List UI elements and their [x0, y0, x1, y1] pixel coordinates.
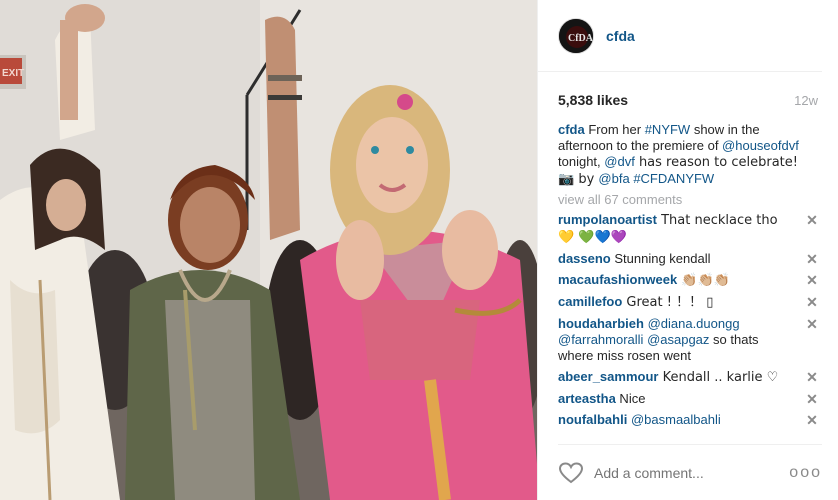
comments-list: cfda From her #NYFW show in the afternoo… [538, 122, 838, 428]
hashtag-link[interactable]: #CFDANYFW [633, 171, 714, 186]
post-photo-art: EXIT [0, 0, 537, 500]
avatar-logo-icon: CfDA [559, 18, 594, 53]
post-photo[interactable]: EXIT [0, 0, 537, 500]
comment-username-link[interactable]: camillefoo [558, 294, 622, 309]
comment-item: abeer_sammour Kendall .. karlie ♡ ✕ [558, 369, 818, 386]
comment-username-link[interactable]: abeer_sammour [558, 369, 658, 384]
caption-username-link[interactable]: cfda [558, 122, 585, 137]
hashtag-link[interactable]: #NYFW [645, 122, 691, 137]
likes-count[interactable]: 5,838 likes [558, 92, 628, 108]
add-comment-input[interactable] [594, 464, 784, 481]
mention-link[interactable]: @farrahmoralli [558, 332, 643, 347]
delete-comment-icon[interactable]: ✕ [804, 251, 820, 267]
comment-username-link[interactable]: rumpolanoartist [558, 212, 657, 227]
caption-text: From her [584, 122, 645, 137]
comment-item: noufalbahli @basmaalbahli ✕ [558, 412, 818, 428]
comment-composer: ooo [558, 444, 822, 500]
post-header: CfDA cfda [538, 0, 822, 72]
comment-text: 👏🏼👏🏼👏🏼 [677, 273, 730, 288]
comment-username-link[interactable]: macaufashionweek [558, 272, 677, 287]
comment-text: Kendall .. karlie ♡ [658, 370, 779, 385]
avatar[interactable]: CfDA [558, 17, 594, 54]
comment-item: macaufashionweek 👏🏼👏🏼👏🏼 ✕ [558, 272, 818, 289]
delete-comment-icon[interactable]: ✕ [804, 294, 820, 310]
comment-item: arteastha Nice ✕ [558, 391, 818, 407]
comment-username-link[interactable]: dasseno [558, 251, 611, 266]
delete-comment-icon[interactable]: ✕ [804, 272, 820, 288]
view-all-comments-link[interactable]: view all 67 comments [558, 192, 818, 208]
mention-link[interactable]: @diana.duongg [644, 316, 740, 331]
mention-link[interactable]: @asapgaz [643, 332, 709, 347]
mention-link[interactable]: @dvf [604, 154, 635, 169]
comment-username-link[interactable]: arteastha [558, 391, 616, 406]
like-heart-icon[interactable] [558, 461, 584, 485]
caption: cfda From her #NYFW show in the afternoo… [558, 122, 818, 188]
svg-text:EXIT: EXIT [2, 68, 24, 79]
comment-item: dasseno Stunning kendall ✕ [558, 251, 818, 267]
comment-text: Stunning kendall [610, 251, 711, 266]
delete-comment-icon[interactable]: ✕ [804, 212, 820, 228]
delete-comment-icon[interactable]: ✕ [804, 316, 820, 332]
comment-text: Great ! ！！ ▯ [622, 295, 714, 310]
delete-comment-icon[interactable]: ✕ [804, 391, 820, 407]
post-details-panel: CfDA cfda 5,838 likes 12w cfda From her … [537, 0, 838, 500]
comment-username-link[interactable]: houdaharbieh [558, 316, 644, 331]
comment-text: Nice [615, 391, 646, 406]
mention-link[interactable]: @bfa [598, 171, 629, 186]
comment-username-link[interactable]: noufalbahli [558, 412, 627, 427]
delete-comment-icon[interactable]: ✕ [804, 369, 820, 385]
more-options-icon[interactable]: ooo [789, 464, 822, 482]
comment-item: camillefoo Great ! ！！ ▯ ✕ [558, 294, 818, 311]
comment-item: houdaharbieh @diana.duongg @farrahmorall… [558, 316, 818, 364]
delete-comment-icon[interactable]: ✕ [804, 412, 820, 428]
post-age[interactable]: 12w [794, 93, 818, 108]
mention-link[interactable]: @houseofdvf [722, 138, 799, 153]
mention-link[interactable]: @basmaalbahli [627, 412, 721, 427]
comment-item: rumpolanoartist That necklace tho 💛 💚💙💜 … [558, 212, 818, 246]
header-username-link[interactable]: cfda [606, 28, 635, 44]
post-meta: 5,838 likes 12w [538, 78, 838, 122]
svg-text:CfDA: CfDA [568, 33, 594, 44]
caption-text: tonight, [558, 154, 605, 169]
